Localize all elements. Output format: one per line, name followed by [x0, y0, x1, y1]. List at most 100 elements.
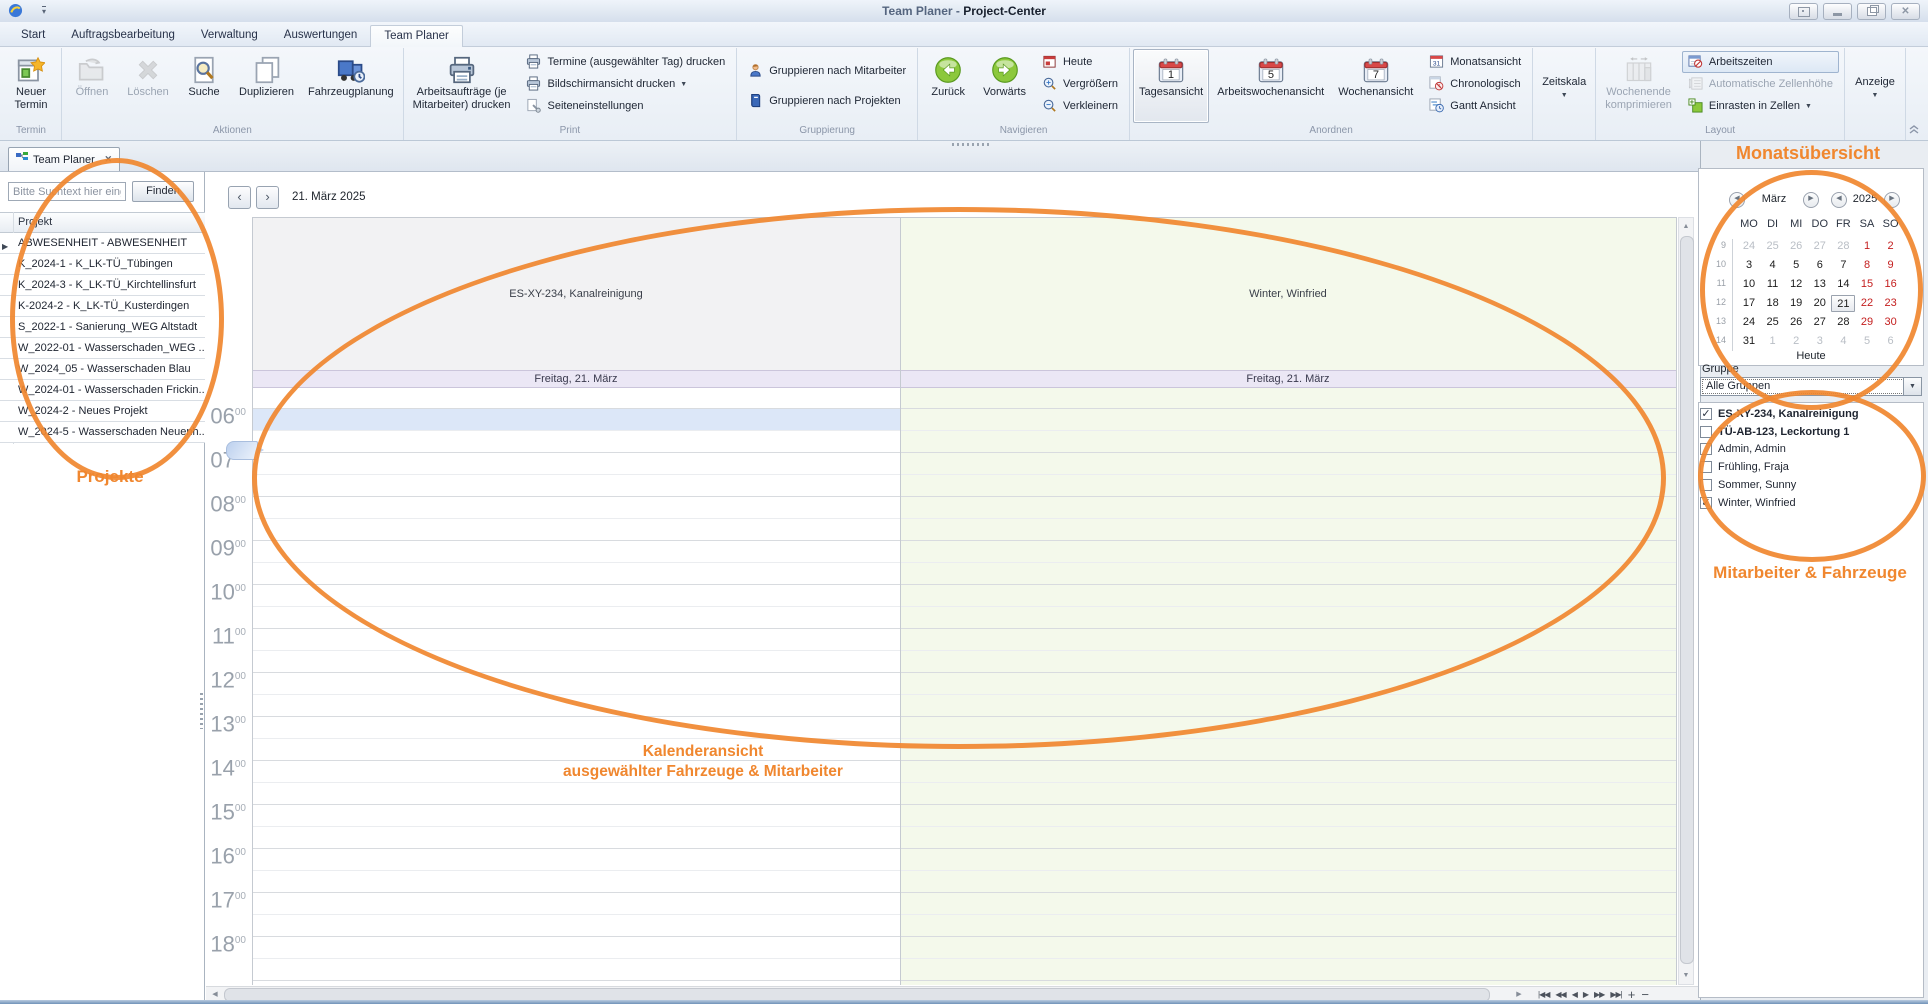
- ffnen-button[interactable]: Öffnen: [65, 49, 119, 123]
- wochenansicht-button[interactable]: 7Wochenansicht: [1332, 49, 1419, 123]
- calendar-day-cell[interactable]: 28: [1831, 314, 1855, 331]
- project-row[interactable]: S_2022-1 - Sanierung_WEG Altstadt: [0, 317, 205, 338]
- calendar-day-cell[interactable]: 24: [1737, 238, 1761, 255]
- calendar-day-cell[interactable]: 27: [1808, 314, 1832, 331]
- calendar-day-cell[interactable]: 3: [1737, 257, 1761, 274]
- calendar-day-cell[interactable]: 26: [1784, 238, 1808, 255]
- ribbon-tab-verwaltung[interactable]: Verwaltung: [188, 25, 271, 46]
- resource-checkbox[interactable]: ✓: [1700, 497, 1712, 509]
- calendar-day-cell[interactable]: 25: [1761, 238, 1785, 255]
- calendar-day-cell[interactable]: 18: [1761, 295, 1785, 312]
- calendar-day-cell[interactable]: 4: [1831, 333, 1855, 350]
- calendar-day-cell[interactable]: 25: [1761, 314, 1785, 331]
- resource-row[interactable]: ✓Winter, Winfried: [1700, 494, 1922, 512]
- calendar-day-cell[interactable]: 5: [1784, 257, 1808, 274]
- navigator-button[interactable]: ◀: [1572, 990, 1577, 999]
- scroll-down-icon[interactable]: ▼: [1679, 968, 1693, 983]
- find-button[interactable]: Finden: [132, 181, 194, 202]
- resource-row[interactable]: Frühling, Fraja: [1700, 458, 1922, 476]
- resource-header-vehicle[interactable]: ES-XY-234, Kanalreinigung: [252, 217, 900, 370]
- calendar-day-cell[interactable]: 1: [1761, 333, 1785, 350]
- calendar-day-cell[interactable]: 2: [1879, 238, 1903, 255]
- search-input[interactable]: [8, 182, 126, 201]
- day-header-employee[interactable]: Freitag, 21. März: [900, 370, 1676, 388]
- resource-checkbox[interactable]: [1700, 443, 1712, 455]
- calendar-day-cell[interactable]: 11: [1761, 276, 1785, 293]
- calendar-day-cell[interactable]: 5: [1855, 333, 1879, 350]
- calendar-day-cell[interactable]: 28: [1831, 238, 1855, 255]
- calendar-day-cell[interactable]: 27: [1808, 238, 1832, 255]
- time-marker-flag[interactable]: [226, 441, 258, 460]
- month-next-icon[interactable]: ▶: [1803, 192, 1819, 208]
- panel-splitter-grip[interactable]: [200, 693, 203, 729]
- fahrzeugplanung-button[interactable]: Fahrzeugplanung: [302, 49, 400, 123]
- calendar-day-cell[interactable]: 10: [1737, 276, 1761, 293]
- resource-row[interactable]: Admin, Admin: [1700, 440, 1922, 458]
- year-next-icon[interactable]: ▶: [1884, 192, 1900, 208]
- calendar-day-cell[interactable]: 14: [1831, 276, 1855, 293]
- vorw-rts-button[interactable]: Vorwärts: [977, 49, 1032, 123]
- bildschirmansicht-drucken-button[interactable]: Bildschirmansicht drucken▼: [520, 73, 731, 95]
- project-row[interactable]: K-2024-2 - K_LK-TÜ_Kusterdingen: [0, 296, 205, 317]
- calendar-column-vehicle[interactable]: [252, 388, 900, 985]
- calendar-day-cell[interactable]: 17: [1737, 295, 1761, 312]
- navigator-button[interactable]: |◀◀: [1538, 990, 1549, 999]
- navigator-button[interactable]: ▶: [1583, 990, 1588, 999]
- month-prev-icon[interactable]: ◀: [1729, 192, 1745, 208]
- resource-checkbox[interactable]: [1700, 479, 1712, 491]
- close-button[interactable]: ✕: [1891, 3, 1920, 20]
- wochenende-komprimieren-button[interactable]: Wochenendekomprimieren: [1599, 49, 1678, 123]
- tagesansicht-button[interactable]: 1Tagesansicht: [1133, 49, 1209, 123]
- suche-button[interactable]: Suche: [177, 49, 231, 123]
- gruppieren-nach-projekten-button[interactable]: Gruppieren nach Projekten: [742, 90, 912, 112]
- calendar-day-cell[interactable]: 31: [1737, 333, 1761, 350]
- resource-header-employee[interactable]: Winter, Winfried: [900, 217, 1676, 370]
- project-row[interactable]: K_2024-3 - K_LK-TÜ_Kirchtellinsfurt: [0, 275, 205, 296]
- arbeitszeiten-button[interactable]: Arbeitszeiten: [1682, 51, 1839, 73]
- neuer-termin-button[interactable]: NeuerTermin: [4, 49, 58, 123]
- project-row[interactable]: W_2024-01 - Wasserschaden Frickin...: [0, 380, 205, 401]
- calendar-day-cell[interactable]: 7: [1831, 257, 1855, 274]
- heute-button[interactable]: Heute: [1036, 51, 1124, 73]
- l-schen-button[interactable]: Löschen: [121, 49, 175, 123]
- vergr-ern-button[interactable]: Vergrößern: [1036, 73, 1124, 95]
- navigator-button[interactable]: ◀◀: [1555, 990, 1565, 999]
- calendar-day-cell[interactable]: 9: [1879, 257, 1903, 274]
- chevron-down-icon[interactable]: ▼: [1903, 378, 1921, 395]
- close-tab-icon[interactable]: ✕: [104, 154, 112, 165]
- einrasten-in-zellen-button[interactable]: Einrasten in Zellen▼: [1682, 95, 1839, 117]
- calendar-day-cell[interactable]: 12: [1784, 276, 1808, 293]
- zur-ck-button[interactable]: Zurück: [921, 49, 975, 123]
- ribbon-tab-team-planer[interactable]: Team Planer: [370, 25, 463, 47]
- doc-tab-team-planer[interactable]: Team Planer ✕: [8, 147, 120, 171]
- resource-checkbox[interactable]: ✓: [1700, 408, 1712, 420]
- calendar-day-cell[interactable]: 15: [1855, 276, 1879, 293]
- project-row[interactable]: W_2024_05 - Wasserschaden Blau: [0, 359, 205, 380]
- project-column-header[interactable]: Projekt: [0, 212, 205, 233]
- year-prev-icon[interactable]: ◀: [1831, 192, 1847, 208]
- seiteneinstellungen-button[interactable]: Seiteneinstellungen: [520, 95, 731, 117]
- termine-ausgew-hlter-tag-drucken-button[interactable]: Termine (ausgewählter Tag) drucken: [520, 51, 731, 73]
- monatsansicht-button[interactable]: 31Monatsansicht: [1423, 51, 1527, 73]
- project-row[interactable]: K_2024-1 - K_LK-TÜ_Tübingen: [0, 254, 205, 275]
- calendar-day-cell[interactable]: 23: [1879, 295, 1903, 312]
- restore-button[interactable]: [1857, 3, 1886, 20]
- calendar-day-cell[interactable]: 19: [1784, 295, 1808, 312]
- resource-row[interactable]: TÜ-AB-123, Leckortung 1: [1700, 423, 1922, 441]
- arbeitsauftr-ge-je-mitarbeiter-drucken-button[interactable]: Arbeitsaufträge (jeMitarbeiter) drucken: [407, 49, 517, 123]
- arbeitswochenansicht-button[interactable]: 5Arbeitswochenansicht: [1211, 49, 1330, 123]
- ribbon-tab-start[interactable]: Start: [8, 25, 58, 46]
- gruppieren-nach-mitarbeiter-button[interactable]: Gruppieren nach Mitarbeiter: [742, 60, 912, 82]
- calendar-day-cell[interactable]: 2: [1784, 333, 1808, 350]
- calendar-vscrollbar[interactable]: ▲ ▼: [1678, 217, 1694, 985]
- automatische-zellenh-he-button[interactable]: Automatische Zellenhöhe: [1682, 73, 1839, 95]
- calendar-day-cell[interactable]: 30: [1879, 314, 1903, 331]
- calendar-day-cell[interactable]: 1: [1855, 238, 1879, 255]
- resource-checkbox[interactable]: [1700, 461, 1712, 473]
- minimize-button[interactable]: [1823, 3, 1852, 20]
- project-row[interactable]: W_2024-2 - Neues Projekt: [0, 401, 205, 422]
- navigator-button[interactable]: ▶▶: [1594, 990, 1604, 999]
- project-row[interactable]: W_2024-5 - Wasserschaden Neuenh...: [0, 422, 205, 443]
- splitter-grip-horizontal[interactable]: [952, 143, 992, 146]
- verkleinern-button[interactable]: Verkleinern: [1036, 95, 1124, 117]
